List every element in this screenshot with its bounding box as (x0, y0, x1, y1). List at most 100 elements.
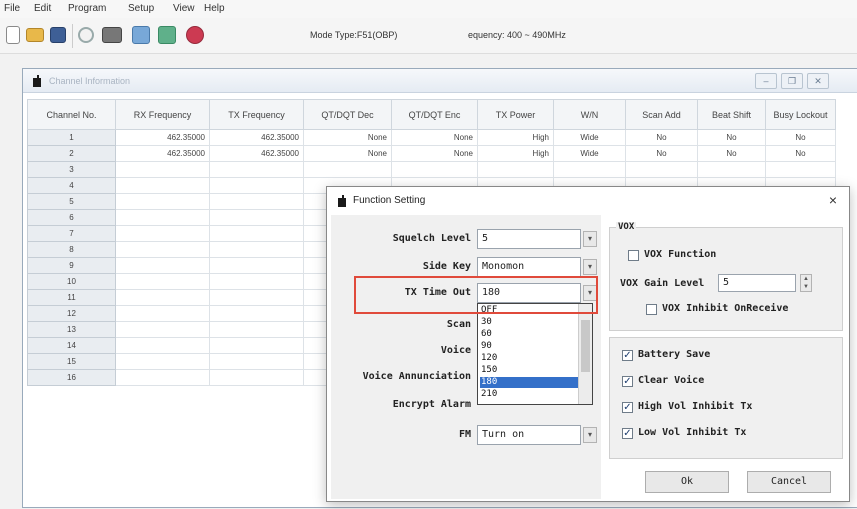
table-cell[interactable] (115, 305, 210, 322)
menu-view[interactable]: View (173, 3, 195, 14)
table-cell[interactable] (477, 161, 554, 178)
menu-file[interactable]: File (4, 3, 20, 14)
dropdown-option[interactable]: 120 (480, 353, 578, 364)
table-cell[interactable] (115, 161, 210, 178)
table-cell[interactable]: Wide (553, 145, 626, 162)
dropdown-option[interactable]: 30 (480, 317, 578, 328)
table-cell[interactable] (209, 353, 304, 370)
table-cell[interactable] (115, 177, 210, 194)
spin-arrows-icon[interactable]: ▲ ▼ (800, 274, 812, 292)
print-icon[interactable] (102, 27, 122, 43)
dropdown-option[interactable]: 150 (480, 365, 578, 376)
table-cell[interactable]: High (477, 129, 554, 146)
table-cell[interactable] (209, 241, 304, 258)
chevron-down-icon[interactable]: ▾ (583, 427, 597, 443)
table-cell[interactable]: No (625, 129, 698, 146)
table-cell[interactable] (115, 241, 210, 258)
save-icon[interactable] (50, 27, 66, 43)
channel-number-cell[interactable]: 1 (27, 129, 116, 146)
battery-save-checkbox[interactable]: ✓ (622, 350, 633, 361)
table-cell[interactable] (209, 289, 304, 306)
column-header[interactable]: QT/DQT Enc (391, 99, 478, 130)
table-cell[interactable] (115, 289, 210, 306)
table-cell[interactable] (209, 225, 304, 242)
table-cell[interactable] (209, 193, 304, 210)
column-header[interactable]: RX Frequency (115, 99, 210, 130)
table-cell[interactable]: None (391, 145, 478, 162)
table-cell[interactable] (553, 161, 626, 178)
table-cell[interactable] (303, 161, 392, 178)
table-cell[interactable]: Wide (553, 129, 626, 146)
channel-number-cell[interactable]: 13 (27, 321, 116, 338)
ok-button[interactable]: Ok (645, 471, 729, 493)
channel-number-cell[interactable]: 15 (27, 353, 116, 370)
channel-number-cell[interactable]: 8 (27, 241, 116, 258)
table-cell[interactable] (625, 161, 698, 178)
channel-number-cell[interactable]: 14 (27, 337, 116, 354)
table-cell[interactable] (115, 193, 210, 210)
dropdown-option[interactable]: 180 (480, 377, 578, 388)
table-cell[interactable] (209, 321, 304, 338)
channel-number-cell[interactable]: 10 (27, 273, 116, 290)
column-header[interactable]: Busy Lockout (765, 99, 836, 130)
table-cell[interactable]: 462.35000 (115, 145, 210, 162)
table-cell[interactable] (209, 305, 304, 322)
table-cell[interactable] (209, 337, 304, 354)
table-cell[interactable]: None (391, 129, 478, 146)
write-icon[interactable] (158, 26, 176, 44)
table-cell[interactable] (209, 209, 304, 226)
channel-number-cell[interactable]: 4 (27, 177, 116, 194)
high-vol-inhibit-checkbox[interactable]: ✓ (622, 402, 633, 413)
table-cell[interactable] (697, 161, 766, 178)
column-header[interactable]: QT/DQT Dec (303, 99, 392, 130)
table-cell[interactable] (115, 257, 210, 274)
dropdown-option[interactable]: 60 (480, 329, 578, 340)
scrollbar-thumb[interactable] (581, 320, 590, 372)
dropdown-scrollbar[interactable] (578, 304, 592, 404)
column-header[interactable]: Scan Add (625, 99, 698, 130)
channel-number-cell[interactable]: 3 (27, 161, 116, 178)
fm-select[interactable]: Turn on (477, 425, 581, 445)
table-cell[interactable]: 462.35000 (115, 129, 210, 146)
column-header[interactable]: TX Frequency (209, 99, 304, 130)
column-header[interactable]: Beat Shift (697, 99, 766, 130)
menu-setup[interactable]: Setup (128, 3, 154, 14)
table-cell[interactable] (115, 209, 210, 226)
menu-help[interactable]: Help (204, 3, 225, 14)
column-header[interactable]: Channel No. (27, 99, 116, 130)
table-cell[interactable] (115, 369, 210, 386)
channel-number-cell[interactable]: 16 (27, 369, 116, 386)
table-cell[interactable]: 462.35000 (209, 145, 304, 162)
low-vol-inhibit-checkbox[interactable]: ✓ (622, 428, 633, 439)
menu-program[interactable]: Program (68, 3, 106, 14)
table-cell[interactable]: No (765, 129, 836, 146)
cancel-button[interactable]: Cancel (747, 471, 831, 493)
dropdown-option[interactable]: 210 (480, 389, 578, 400)
channel-number-cell[interactable]: 2 (27, 145, 116, 162)
open-folder-icon[interactable] (26, 28, 44, 42)
dropdown-option[interactable]: 90 (480, 341, 578, 352)
table-cell[interactable] (765, 161, 836, 178)
table-cell[interactable]: No (697, 145, 766, 162)
channel-number-cell[interactable]: 7 (27, 225, 116, 242)
channel-number-cell[interactable]: 12 (27, 305, 116, 322)
table-cell[interactable] (115, 273, 210, 290)
restore-icon[interactable]: ❐ (781, 73, 803, 89)
side-key-select[interactable]: Monomon (477, 257, 581, 277)
table-cell[interactable]: No (765, 145, 836, 162)
chevron-down-icon[interactable]: ▾ (583, 259, 597, 275)
new-file-icon[interactable] (6, 26, 20, 44)
table-cell[interactable]: No (697, 129, 766, 146)
table-cell[interactable] (209, 177, 304, 194)
table-cell[interactable] (209, 161, 304, 178)
table-cell[interactable] (209, 369, 304, 386)
table-cell[interactable] (115, 225, 210, 242)
table-cell[interactable]: No (625, 145, 698, 162)
close-window-icon[interactable]: ✕ (807, 73, 829, 89)
chevron-down-icon[interactable]: ▾ (583, 231, 597, 247)
table-cell[interactable] (209, 273, 304, 290)
table-cell[interactable]: 462.35000 (209, 129, 304, 146)
about-icon[interactable] (186, 26, 204, 44)
tx-time-out-dropdown[interactable]: OFF 30 60 90 120 150 180 210 (477, 303, 593, 405)
table-cell[interactable] (209, 257, 304, 274)
